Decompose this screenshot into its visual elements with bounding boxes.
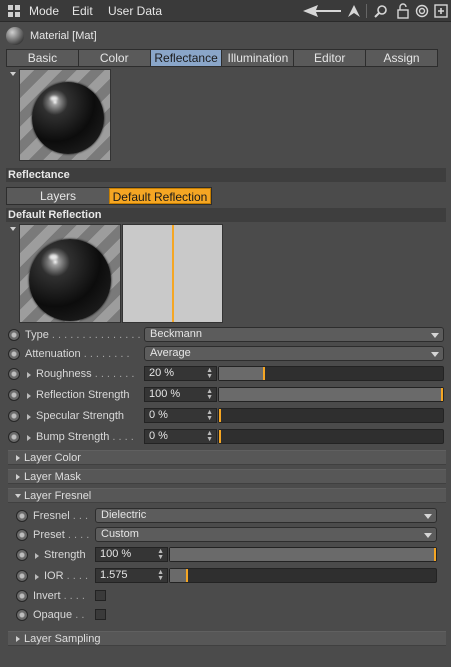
menu-bar: Mode Edit User Data (0, 0, 451, 22)
fresnel-strength-label: Strength (44, 549, 86, 561)
fresnel-dropdown[interactable]: Dielectric (95, 508, 437, 523)
roughness-slider[interactable] (218, 366, 444, 381)
collapse-arrow-icon (15, 494, 21, 498)
ior-slider[interactable] (169, 568, 437, 583)
preview-menu-arrow-icon[interactable] (10, 72, 16, 76)
type-dropdown[interactable]: Beckmann (144, 327, 444, 342)
distribution-peak-line (172, 225, 174, 322)
ior-input[interactable]: 1.575 ▲ ▼ (95, 568, 168, 583)
expand-arrow-icon (16, 474, 20, 480)
layer-fresnel-group[interactable]: Layer Fresnel (8, 488, 446, 503)
layer-color-label: Layer Color (24, 452, 81, 464)
search-icon[interactable] (373, 3, 389, 19)
bump-strength-slider[interactable] (218, 429, 444, 444)
tab-basic[interactable]: Basic (7, 50, 79, 66)
specular-strength-animate-radio[interactable] (8, 410, 20, 422)
specular-strength-input[interactable]: 0 % ▲ ▼ (144, 408, 217, 423)
preset-dropdown[interactable]: Custom (95, 527, 437, 542)
arrow-left-icon[interactable] (302, 3, 342, 19)
invert-label: Invert . . . . (33, 590, 85, 602)
fresnel-label: Fresnel . . . (33, 510, 89, 522)
chevron-down-icon (431, 352, 439, 357)
roughness-input[interactable]: 20 % ▲ ▼ (144, 366, 217, 381)
material-thumbnail (6, 27, 24, 45)
tab-color[interactable]: Color (79, 50, 151, 66)
fresnel-strength-expand-icon[interactable] (35, 553, 39, 559)
chevron-down-icon (424, 514, 432, 519)
chevron-down-icon (431, 333, 439, 338)
arrow-up-icon[interactable] (346, 3, 362, 19)
expand-arrow-icon (16, 636, 20, 642)
bump-strength-label: Bump Strength . . . . (36, 431, 134, 443)
tab-illumination[interactable]: Illumination (222, 50, 295, 66)
tab-bar: Basic Color Reflectance Illumination Edi… (6, 49, 438, 67)
invert-checkbox[interactable] (95, 590, 106, 601)
ior-expand-icon[interactable] (35, 574, 39, 580)
layer-sampling-label: Layer Sampling (24, 633, 101, 645)
layers-button[interactable]: Layers (7, 188, 109, 204)
expand-arrow-icon (16, 455, 20, 461)
type-label: Type . . . . . . . . . . . . . . . (25, 329, 141, 341)
layer-preview[interactable] (19, 224, 121, 323)
menu-mode[interactable]: Mode (29, 0, 59, 22)
layer-mask-group[interactable]: Layer Mask (8, 469, 446, 484)
roughness-animate-radio[interactable] (8, 368, 20, 380)
menu-edit[interactable]: Edit (72, 0, 93, 22)
section-reflectance: Reflectance (6, 168, 446, 182)
preset-label: Preset . . . . (33, 529, 90, 541)
opaque-checkbox[interactable] (95, 609, 106, 620)
material-title: Material [Mat] (30, 30, 97, 42)
menu-grid-icon[interactable] (6, 3, 22, 19)
distribution-graph (122, 224, 223, 323)
specular-strength-expand-icon[interactable] (27, 414, 31, 420)
reflection-strength-animate-radio[interactable] (8, 389, 20, 401)
fresnel-strength-animate-radio[interactable] (16, 549, 28, 561)
attenuation-animate-radio[interactable] (8, 348, 20, 360)
ior-label: IOR . . . . (44, 570, 89, 582)
layer-sampling-group[interactable]: Layer Sampling (8, 631, 446, 646)
toolbar-divider (366, 4, 367, 18)
reflection-strength-label: Reflection Strength (36, 389, 130, 401)
reflection-strength-input[interactable]: 100 % ▲ ▼ (144, 387, 217, 402)
layer-color-group[interactable]: Layer Color (8, 450, 446, 465)
chevron-down-icon (424, 533, 432, 538)
opaque-label: Opaque . . (33, 609, 85, 621)
invert-animate-radio[interactable] (16, 590, 28, 602)
layer-fresnel-label: Layer Fresnel (24, 490, 92, 502)
lock-icon[interactable] (395, 3, 411, 19)
fresnel-animate-radio[interactable] (16, 510, 28, 522)
tab-editor[interactable]: Editor (294, 50, 367, 66)
preset-animate-radio[interactable] (16, 529, 28, 541)
target-icon[interactable] (414, 3, 430, 19)
default-reflection-layer-button[interactable]: Default Reflection (109, 188, 211, 204)
layer-mask-label: Layer Mask (24, 471, 81, 483)
tab-assign[interactable]: Assign (366, 50, 437, 66)
ior-animate-radio[interactable] (16, 570, 28, 582)
material-preview[interactable] (19, 69, 111, 161)
roughness-label: Roughness . . . . . . . (36, 368, 135, 380)
new-window-icon[interactable] (433, 3, 449, 19)
fresnel-strength-input[interactable]: 100 % ▲ ▼ (95, 547, 168, 562)
specular-strength-slider[interactable] (218, 408, 444, 423)
layer-segment-control: Layers Default Reflection (6, 187, 212, 205)
type-animate-radio[interactable] (8, 329, 20, 341)
fresnel-strength-slider[interactable] (169, 547, 437, 562)
layer-preview-menu-arrow-icon[interactable] (10, 227, 16, 231)
reflection-strength-expand-icon[interactable] (27, 393, 31, 399)
section-default-reflection: Default Reflection (6, 208, 446, 222)
tab-reflectance[interactable]: Reflectance (150, 50, 223, 66)
menu-user-data[interactable]: User Data (108, 0, 162, 22)
specular-strength-label: Specular Strength (36, 410, 125, 422)
opaque-animate-radio[interactable] (16, 609, 28, 621)
attenuation-dropdown[interactable]: Average (144, 346, 444, 361)
attenuation-label: Attenuation . . . . . . . . (25, 348, 130, 360)
bump-strength-expand-icon[interactable] (27, 435, 31, 441)
bump-strength-input[interactable]: 0 % ▲ ▼ (144, 429, 217, 444)
bump-strength-animate-radio[interactable] (8, 431, 20, 443)
reflection-strength-slider[interactable] (218, 387, 444, 402)
roughness-expand-icon[interactable] (27, 372, 31, 378)
